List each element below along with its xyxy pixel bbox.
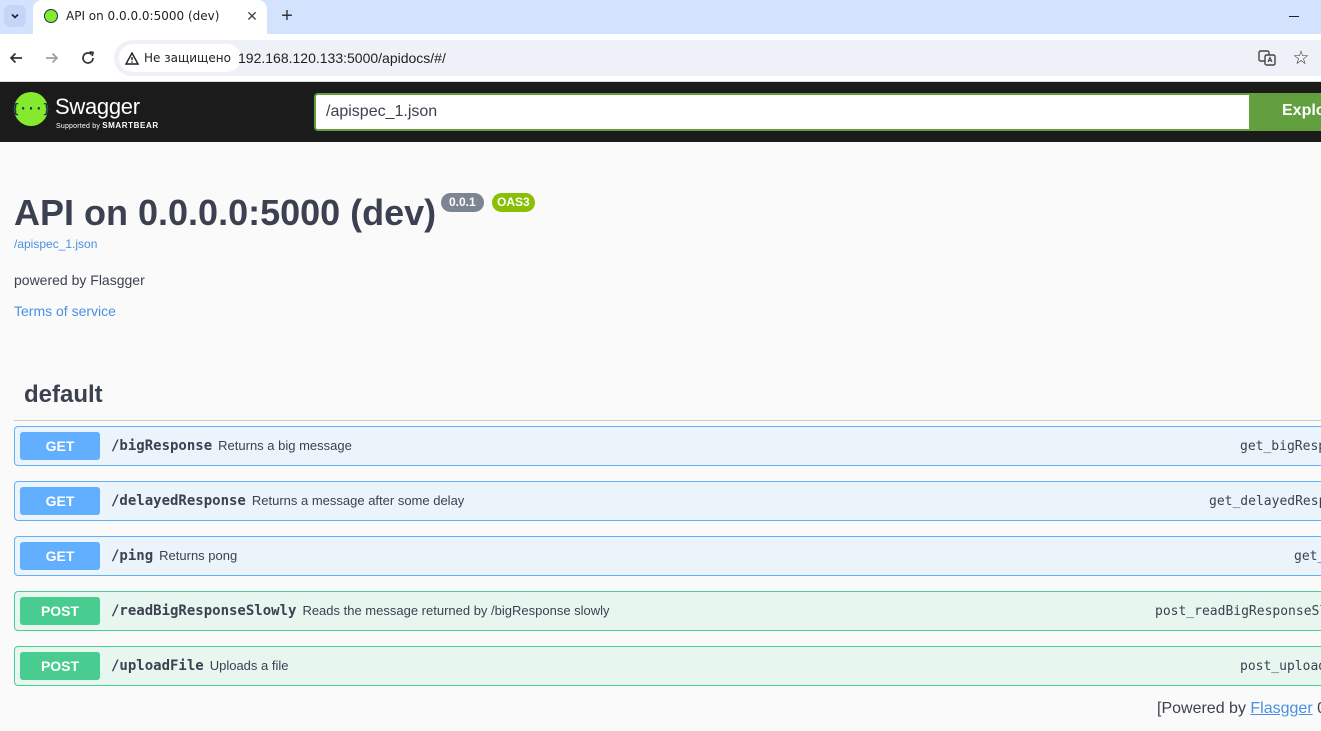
flasgger-link[interactable]: Flasgger [1250,700,1312,717]
browser-tab[interactable]: API on 0.0.0.0:5000 (dev) ✕ [33,0,267,34]
forward-button[interactable] [40,46,64,70]
method-badge: POST [20,652,100,680]
operation-post-uploadFile[interactable]: POST /uploadFile Uploads a file post_uplo… [14,646,1321,686]
logo-tagline: Supported by SMARTBEAR [56,121,159,130]
new-tab-button[interactable]: + [276,5,298,27]
tab-close-button[interactable]: ✕ [243,7,261,25]
browser-tab-strip: API on 0.0.0.0:5000 (dev) ✕ + [0,0,1321,34]
url-text[interactable]: 192.168.120.133:5000/apidocs/#/ [238,50,446,66]
operation-id: get_delayedResponse [1209,494,1321,509]
tag-name: default [24,381,103,408]
swagger-topbar: {···} Swagger Supported by SMARTBEAR Exp… [0,82,1321,142]
method-badge: GET [20,487,100,515]
operation-summary: Returns a big message [218,438,352,453]
operation-id: post_uploadFile [1240,659,1321,674]
translate-icon [1258,50,1276,66]
operation-summary: Uploads a file [209,658,289,673]
operation-post-readBigResponseSlowly[interactable]: POST /readBigResponseSlowly Reads the mes… [14,591,1321,631]
method-badge: GET [20,432,100,460]
browser-toolbar: Не защищено 192.168.120.133:5000/apidocs… [0,34,1321,82]
operation-path: /uploadFile Uploads a file [111,658,289,674]
reload-icon [82,51,95,64]
swagger-logo-icon: {···} [11,92,51,126]
tag-section-header[interactable]: default [14,373,1321,421]
version-badge: 0.0.1 [441,193,484,212]
minimize-window-button[interactable] [1284,6,1304,26]
operation-summary: Returns pong [159,548,238,563]
oas-badge: OAS3 [492,193,535,212]
bookmark-button[interactable]: ☆ [1290,47,1312,69]
plus-icon: + [281,4,293,27]
arrow-left-icon [9,52,22,64]
chevron-down-icon [11,13,19,19]
reload-button[interactable] [76,46,100,70]
swagger-favicon-icon [44,9,58,23]
operation-path: /delayedResponse Returns a message after … [111,493,465,509]
operation-summary: Returns a message after some delay [251,493,465,508]
powered-by-footer: [Powered by Flasgger 0.9.7.1] [1157,700,1321,717]
api-description: powered by Flasgger [14,272,145,288]
minimize-icon [1289,15,1299,17]
translate-button[interactable] [1257,48,1277,68]
operation-summary: Reads the message returned by /bigRespon… [302,603,610,618]
security-label: Не защищено [144,51,231,65]
page-title: API on 0.0.0.0:5000 (dev) [14,192,437,233]
address-bar[interactable]: Не защищено 192.168.120.133:5000/apidocs… [114,40,1321,76]
operation-path: /bigResponse Returns a big message [111,438,352,454]
operation-id: get_ping [1294,549,1321,564]
spec-link[interactable]: /apispec_1.json [14,237,97,251]
security-indicator[interactable]: Не защищено [119,44,241,72]
back-button[interactable] [4,46,28,70]
method-badge: POST [20,597,100,625]
method-badge: GET [20,542,100,570]
operation-path: /ping Returns pong [111,548,238,564]
terms-of-service-link[interactable]: Terms of service [14,303,116,319]
operation-id: get_bigResponse [1240,439,1321,454]
explore-button[interactable]: Explore [1251,93,1321,131]
logo-name: Swagger [55,94,140,119]
spec-url-input[interactable] [314,93,1251,131]
operation-get-ping[interactable]: GET /pingReturns pong get_ping [14,536,1321,576]
swagger-logo[interactable]: {···} Swagger Supported by SMARTBEAR [11,91,164,133]
operation-get-bigResponse[interactable]: GET /bigResponse Returns a big message ge… [14,426,1321,466]
star-icon: ☆ [1292,47,1310,69]
operation-path: /readBigResponseSlowly Reads the message … [111,603,610,619]
operation-id: post_readBigResponseSlowly [1155,604,1321,619]
operation-get-delayedResponse[interactable]: GET /delayedResponse Returns a message af… [14,481,1321,521]
arrow-right-icon [46,52,59,64]
warning-triangle-icon [125,51,139,65]
tab-search-button[interactable] [4,5,26,27]
tab-title: API on 0.0.0.0:5000 (dev) [66,9,220,23]
close-icon: ✕ [246,7,258,24]
